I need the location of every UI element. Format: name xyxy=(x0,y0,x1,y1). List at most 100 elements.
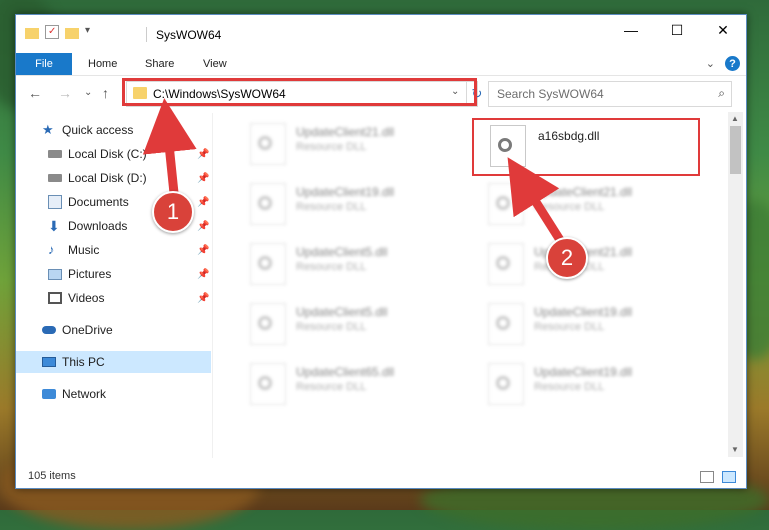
sidebar-item-videos[interactable]: Videos 📌 xyxy=(16,287,211,309)
sidebar-item-label: Quick access xyxy=(62,123,134,137)
dll-file-icon xyxy=(250,243,286,285)
pictures-icon xyxy=(48,268,62,280)
sidebar-item-label: Local Disk (D:) xyxy=(68,171,147,185)
sidebar-item-local-disk-c[interactable]: Local Disk (C:) 📌 xyxy=(16,143,211,165)
close-button[interactable]: ✕ xyxy=(700,15,746,45)
maximize-button[interactable]: ☐ xyxy=(654,15,700,45)
dll-file-icon xyxy=(488,363,524,405)
file-highlight-box xyxy=(472,118,700,176)
sidebar-item-label: Local Disk (C:) xyxy=(68,147,147,161)
pin-icon[interactable]: 📌 xyxy=(197,173,209,184)
scroll-thumb[interactable] xyxy=(730,126,741,174)
sidebar-item-music[interactable]: ♪ Music 📌 xyxy=(16,239,211,261)
back-button[interactable]: ← xyxy=(28,85,42,101)
step-badge-1: 1 xyxy=(152,191,194,233)
sidebar-item-pictures[interactable]: Pictures 📌 xyxy=(16,263,211,285)
address-bar[interactable]: C:\Windows\SysWOW64 ⌄ ↻ xyxy=(126,81,482,107)
sidebar-item-local-disk-d[interactable]: Local Disk (D:) 📌 xyxy=(16,167,211,189)
sidebar-item-label: Music xyxy=(68,243,100,257)
details-view-icon[interactable] xyxy=(700,471,714,483)
properties-icon[interactable]: ✓ xyxy=(45,25,59,39)
folder-icon[interactable] xyxy=(25,27,39,39)
large-icons-view-icon[interactable] xyxy=(722,471,736,483)
pin-icon[interactable]: 📌 xyxy=(197,245,209,256)
sidebar-item-quick-access[interactable]: ★ Quick access xyxy=(16,119,211,141)
sidebar-item-label: Pictures xyxy=(68,267,112,281)
sidebar-item-this-pc[interactable]: This PC xyxy=(16,351,211,373)
minimize-button[interactable]: — xyxy=(608,15,654,45)
star-icon: ★ xyxy=(42,122,54,137)
tab-home[interactable]: Home xyxy=(88,53,117,75)
sidebar-item-onedrive[interactable]: OneDrive xyxy=(16,319,211,341)
list-item[interactable]: UpdateClient65.dll Resource DLL xyxy=(238,357,458,413)
help-icon[interactable]: ? xyxy=(725,56,740,71)
dll-file-icon xyxy=(250,363,286,405)
sidebar-item-network[interactable]: Network xyxy=(16,383,211,405)
file-type: Resource DLL xyxy=(534,381,605,393)
file-name: UpdateClient65.dll xyxy=(296,365,395,379)
scroll-up-icon[interactable]: ▲ xyxy=(731,114,739,123)
address-dropdown-icon[interactable]: ⌄ xyxy=(451,86,459,97)
pin-icon[interactable]: 📌 xyxy=(197,221,209,232)
list-item[interactable]: UpdateClient21.dll Resource DLL xyxy=(476,177,696,233)
list-item[interactable]: UpdateClient5.dll Resource DLL xyxy=(238,297,458,353)
dll-file-icon xyxy=(250,183,286,225)
scroll-down-icon[interactable]: ▼ xyxy=(731,445,739,454)
up-button[interactable]: ↑ xyxy=(102,85,109,101)
documents-icon xyxy=(48,195,62,209)
dll-file-icon xyxy=(250,123,286,165)
address-path[interactable]: C:\Windows\SysWOW64 xyxy=(153,87,286,101)
expand-ribbon-icon[interactable]: ⌄ xyxy=(706,57,715,70)
sidebar-item-label: This PC xyxy=(62,355,105,369)
list-item[interactable]: UpdateClient19.dll Resource DLL xyxy=(238,177,458,233)
step-badge-2: 2 xyxy=(546,237,588,279)
navigation-bar: ← → ⌄ ↑ C:\Windows\SysWOW64 ⌄ ↻ Search S… xyxy=(16,77,746,109)
search-box[interactable]: Search SysWOW64 ⌕ xyxy=(488,81,732,107)
forward-button[interactable]: → xyxy=(58,85,72,101)
recent-locations-button[interactable]: ⌄ xyxy=(84,87,92,98)
sidebar-item-label: OneDrive xyxy=(62,323,113,337)
list-item[interactable]: UpdateClient19.dll Resource DLL xyxy=(476,297,696,353)
new-folder-icon[interactable] xyxy=(65,27,79,39)
tab-view[interactable]: View xyxy=(203,53,227,75)
list-item[interactable]: UpdateClient21.dll Resource DLL xyxy=(238,117,458,173)
refresh-button[interactable]: ↻ xyxy=(466,82,487,106)
drive-icon xyxy=(48,150,62,158)
vertical-scrollbar[interactable]: ▲ ▼ xyxy=(728,112,743,457)
navigation-pane: ★ Quick access Local Disk (C:) 📌 Local D… xyxy=(16,113,211,458)
file-name: UpdateClient5.dll xyxy=(296,245,388,259)
cloud-icon xyxy=(42,326,56,334)
list-item[interactable]: UpdateClient5.dll Resource DLL xyxy=(238,237,458,293)
sidebar-item-label: Downloads xyxy=(68,219,128,233)
tab-share[interactable]: Share xyxy=(145,53,174,75)
quick-access-toolbar: ✓ ▾ xyxy=(25,25,99,39)
pin-icon[interactable]: 📌 xyxy=(197,197,209,208)
downloads-icon: ⬇ xyxy=(48,218,60,234)
pin-icon[interactable]: 📌 xyxy=(197,149,209,160)
sidebar-item-label: Videos xyxy=(68,291,105,305)
file-type: Resource DLL xyxy=(296,321,367,333)
tab-file[interactable]: File xyxy=(16,53,72,75)
pin-icon[interactable]: 📌 xyxy=(197,269,209,280)
file-type: Resource DLL xyxy=(534,201,605,213)
list-item[interactable]: UpdateClient19.dll Resource DLL xyxy=(476,357,696,413)
dll-file-icon xyxy=(250,303,286,345)
search-icon[interactable]: ⌕ xyxy=(718,86,725,101)
item-count: 105 items xyxy=(28,470,76,482)
pin-icon[interactable]: 📌 xyxy=(197,293,209,304)
sidebar-item-label: Documents xyxy=(68,195,129,209)
file-type: Resource DLL xyxy=(534,321,605,333)
sidebar-item-label: Network xyxy=(62,387,107,401)
file-name: UpdateClient5.dll xyxy=(296,305,388,319)
file-name: UpdateClient21.dll xyxy=(534,185,633,199)
file-name: UpdateClient19.dll xyxy=(534,365,633,379)
dll-file-icon xyxy=(488,183,524,225)
file-type: Resource DLL xyxy=(296,261,367,273)
computer-icon xyxy=(42,357,56,367)
file-name: UpdateClient21.dll xyxy=(296,125,395,139)
explorer-window: ✓ ▾ SysWOW64 — ☐ ✕ File Home Share View … xyxy=(15,14,747,489)
folder-icon xyxy=(133,87,147,99)
network-icon xyxy=(42,389,56,399)
title-separator xyxy=(146,27,147,42)
customize-toolbar-icon[interactable]: ▾ xyxy=(85,25,99,39)
